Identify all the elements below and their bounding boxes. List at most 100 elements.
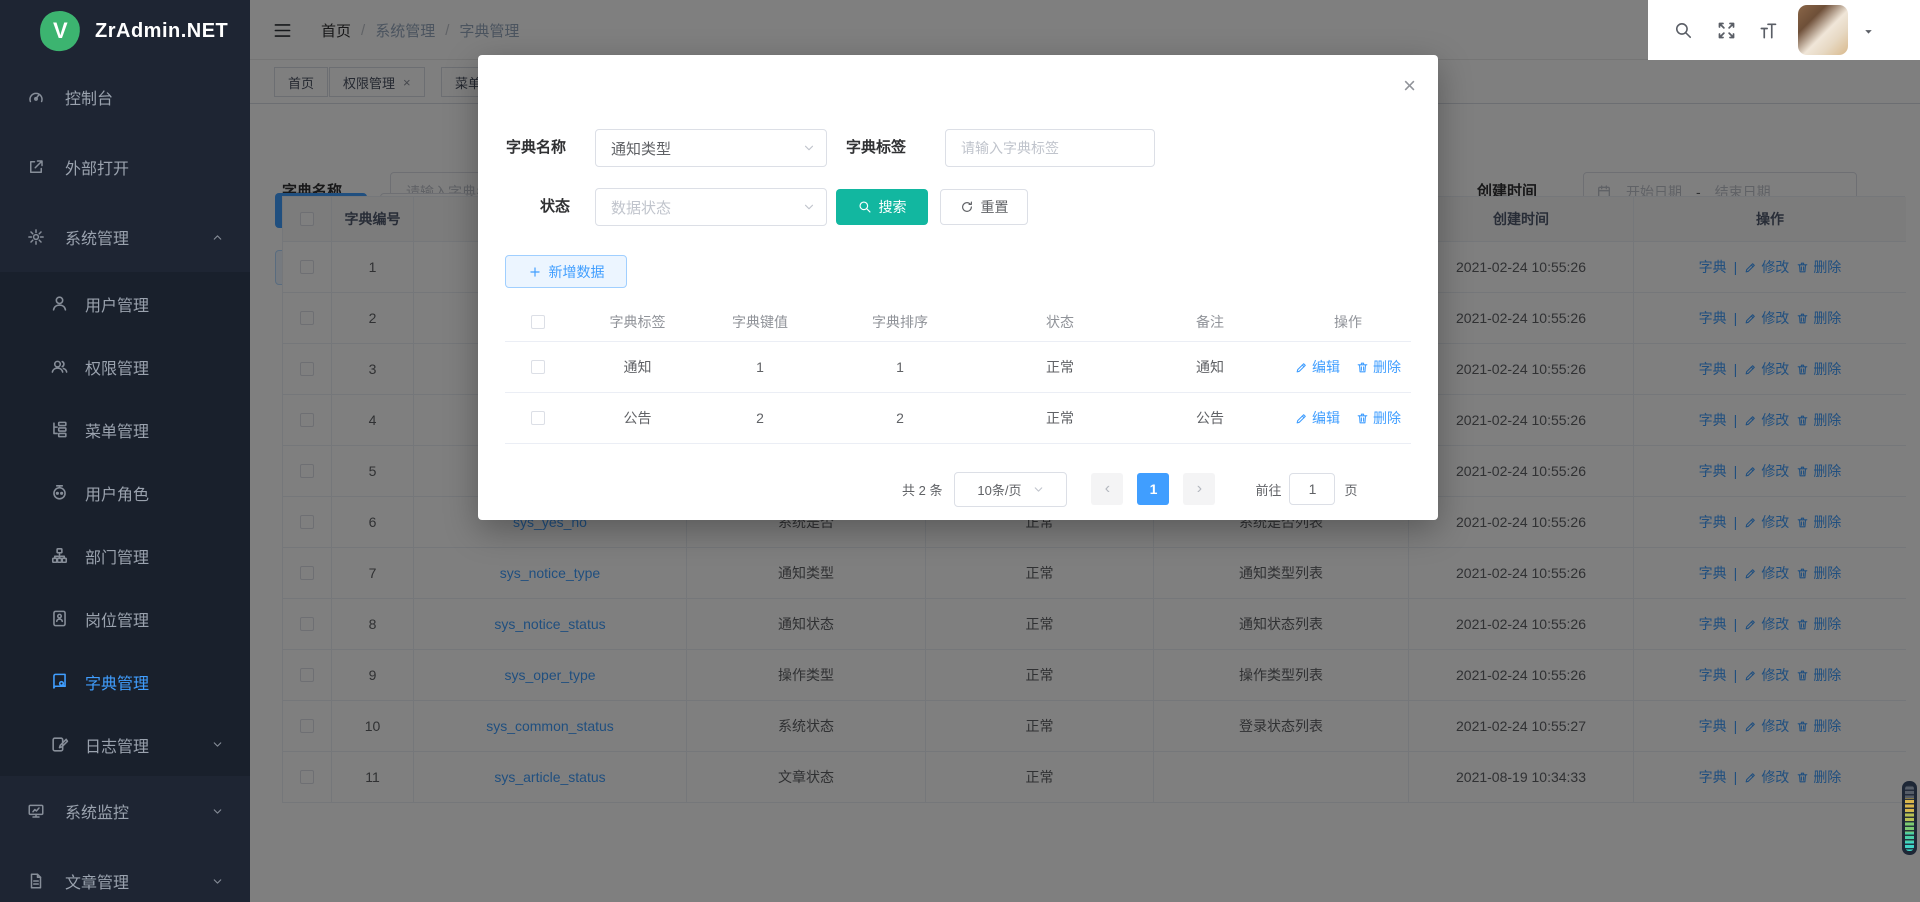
sidebar-item-permission-management[interactable]: 权限管理: [0, 335, 250, 398]
sidebar-item-log-management[interactable]: 日志管理: [0, 713, 250, 776]
sidebar-item-label: 控制台: [65, 85, 113, 109]
users-icon: [50, 357, 69, 376]
chevron-down-icon: [211, 875, 224, 888]
page-size-value: 10条/页: [977, 480, 1021, 499]
pagination-goto-input[interactable]: [1289, 473, 1335, 505]
document-icon: [27, 872, 45, 890]
cell-status: 正常: [985, 393, 1135, 444]
cell-dict-sort: 1: [815, 342, 985, 393]
modal-column-operations: 操作: [1285, 302, 1411, 342]
logo-row[interactable]: V ZrAdmin.NET: [0, 0, 250, 62]
app-screen: V ZrAdmin.NET 控制台 外部打开 系统管理 用户管理 权限管理: [0, 0, 1920, 902]
modal-row-edit-link[interactable]: 编辑: [1295, 357, 1340, 377]
header-right-cluster: [1648, 0, 1920, 60]
page-size-select[interactable]: 10条/页: [954, 472, 1067, 507]
modal-status-placeholder: 数据状态: [611, 197, 671, 218]
dictionary-icon: [50, 672, 69, 691]
modal-row-delete-label: 删除: [1373, 357, 1401, 377]
chevron-up-icon: [211, 231, 224, 244]
search-icon[interactable]: [1674, 21, 1693, 40]
modal-row-delete-link[interactable]: 删除: [1356, 357, 1401, 377]
modal-dict-name-select[interactable]: 通知类型: [595, 129, 827, 167]
monitor-icon: [27, 802, 45, 820]
pagination-total: 共 2 条: [902, 480, 942, 499]
sidebar-item-label: 系统监控: [65, 799, 129, 823]
modal-column-dict-sort: 字典排序: [815, 302, 985, 342]
sidebar-item-department-management[interactable]: 部门管理: [0, 524, 250, 587]
sidebar-item-console[interactable]: 控制台: [0, 62, 250, 132]
modal-row-checkbox[interactable]: [531, 411, 545, 425]
menu-tree-icon: [50, 420, 69, 439]
chevron-down-icon: [802, 200, 816, 214]
pagination-next-button[interactable]: ›: [1183, 473, 1215, 505]
pencil-icon: [1295, 412, 1308, 425]
badge-icon: [50, 609, 69, 628]
modal-table-body: 通知 1 1 正常 通知 编辑 删除: [505, 342, 1411, 444]
sidebar-item-label: 系统管理: [65, 225, 129, 249]
external-link-icon: [27, 158, 45, 176]
scrollbar-minimap[interactable]: [1902, 781, 1917, 855]
pencil-icon: [1295, 361, 1308, 374]
modal-reset-label: 重置: [981, 197, 1009, 217]
modal-column-dict-value: 字典键值: [705, 302, 815, 342]
sidebar-item-menu-management[interactable]: 菜单管理: [0, 398, 250, 461]
modal-add-data-button[interactable]: 新增数据: [505, 255, 627, 288]
sidebar-item-label: 权限管理: [85, 355, 149, 379]
modal-row-delete-link[interactable]: 删除: [1356, 408, 1401, 428]
sidebar-item-system-monitor[interactable]: 系统监控: [0, 776, 250, 846]
sidebar-item-label: 文章管理: [65, 869, 129, 893]
sidebar-item-user-management[interactable]: 用户管理: [0, 272, 250, 335]
modal-search-button[interactable]: 搜索: [836, 189, 928, 225]
table-row: 公告 2 2 正常 公告 编辑 删除: [505, 393, 1411, 444]
trash-icon: [1356, 412, 1369, 425]
modal-column-dict-label: 字典标签: [570, 302, 705, 342]
pagination-page-1[interactable]: 1: [1137, 473, 1169, 505]
sidebar-item-label: 字典管理: [85, 670, 149, 694]
modal-dict-label-label: 字典标签: [846, 129, 906, 167]
cell-dict-label: 通知: [570, 342, 705, 393]
robot-icon: [50, 483, 69, 502]
sidebar-item-dict-management[interactable]: 字典管理: [0, 650, 250, 713]
pagination-goto-label: 前往: [1255, 480, 1281, 499]
modal-status-select[interactable]: 数据状态: [595, 188, 827, 226]
caret-down-icon[interactable]: [1862, 25, 1875, 38]
scrollbar-minimap-stripes: [1905, 785, 1914, 851]
modal-status-label: 状态: [540, 188, 570, 226]
sidebar-item-user-role[interactable]: 用户角色: [0, 461, 250, 524]
pagination-unit-label: 页: [1344, 480, 1357, 499]
modal-column-status: 状态: [985, 302, 1135, 342]
modal-select-all-checkbox[interactable]: [531, 315, 545, 329]
user-icon: [50, 294, 69, 313]
sidebar-item-article-management[interactable]: 文章管理: [0, 846, 250, 902]
font-size-icon[interactable]: [1758, 21, 1778, 41]
modal-reset-button[interactable]: 重置: [940, 189, 1028, 225]
sidebar-item-external-open[interactable]: 外部打开: [0, 132, 250, 202]
chevron-down-icon: [1032, 483, 1045, 496]
cell-dict-label: 公告: [570, 393, 705, 444]
user-avatar[interactable]: [1798, 5, 1848, 55]
close-icon[interactable]: ×: [1403, 75, 1416, 97]
fullscreen-icon[interactable]: [1716, 20, 1737, 41]
sidebar-item-label: 日志管理: [85, 733, 149, 757]
plus-icon: [528, 265, 542, 279]
pagination-prev-button[interactable]: ‹: [1091, 473, 1123, 505]
app-logo: V: [38, 9, 82, 53]
cell-dict-value: 1: [705, 342, 815, 393]
cell-remark: 通知: [1135, 342, 1285, 393]
modal-row-checkbox[interactable]: [531, 360, 545, 374]
chevron-down-icon: [802, 141, 816, 155]
table-row: 通知 1 1 正常 通知 编辑 删除: [505, 342, 1411, 393]
dict-data-modal: × 字典名称 通知类型 字典标签 状态 数据状态 搜索 重置 新增数据: [478, 55, 1438, 520]
modal-row-edit-link[interactable]: 编辑: [1295, 408, 1340, 428]
sidebar-item-system-management[interactable]: 系统管理: [0, 202, 250, 272]
modal-dict-label-input[interactable]: [945, 129, 1155, 167]
sidebar-item-post-management[interactable]: 岗位管理: [0, 587, 250, 650]
modal-add-data-label: 新增数据: [549, 262, 605, 282]
chevron-down-icon: [211, 738, 224, 751]
cell-status: 正常: [985, 342, 1135, 393]
modal-row-edit-label: 编辑: [1312, 357, 1340, 377]
trash-icon: [1356, 361, 1369, 374]
dashboard-icon: [27, 88, 45, 106]
gear-icon: [27, 228, 45, 246]
sidebar-item-label: 部门管理: [85, 544, 149, 568]
